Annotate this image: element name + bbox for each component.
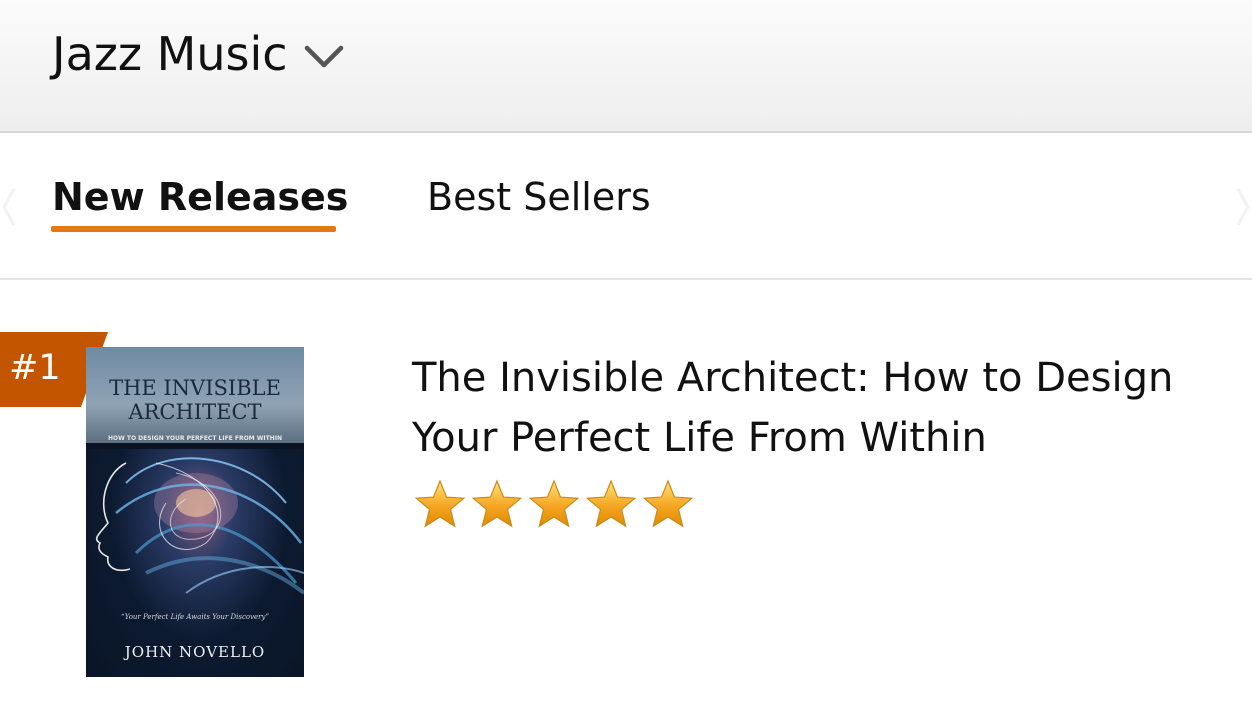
cover-title-line: ARCHITECT [128, 400, 262, 424]
header-bar: Jazz Music [0, 0, 1252, 133]
tab-best-sellers[interactable]: Best Sellers [427, 175, 651, 219]
scroll-right-icon[interactable] [1228, 177, 1252, 237]
book-cover-image[interactable]: THE INVISIBLE ARCHITECT HOW TO DESIGN YO… [86, 347, 304, 677]
active-tab-indicator [51, 226, 336, 232]
rank-label: #1 [9, 348, 61, 388]
cover-title-line: THE INVISIBLE [109, 376, 281, 400]
star-icon [414, 479, 466, 528]
star-icon [528, 479, 580, 528]
scroll-left-icon[interactable] [0, 177, 24, 237]
tab-bar: New Releases Best Sellers [0, 135, 1252, 280]
cover-quote: “Your Perfect Life Awaits Your Discovery… [120, 613, 270, 621]
star-rating[interactable] [414, 478, 695, 532]
cover-author: JOHN NOVELLO [124, 643, 266, 661]
chevron-down-icon [304, 45, 343, 68]
star-icon [642, 479, 694, 528]
category-dropdown[interactable]: Jazz Music [52, 24, 344, 84]
cover-artwork [86, 443, 304, 595]
star-icon [585, 479, 637, 528]
cover-subtitle: HOW TO DESIGN YOUR PERFECT LIFE FROM WIT… [108, 435, 282, 442]
star-icon [471, 479, 523, 528]
tab-new-releases[interactable]: New Releases [52, 175, 348, 219]
book-title-link[interactable]: The Invisible Architect: How to Design Y… [412, 348, 1212, 468]
category-label: Jazz Music [52, 27, 288, 81]
